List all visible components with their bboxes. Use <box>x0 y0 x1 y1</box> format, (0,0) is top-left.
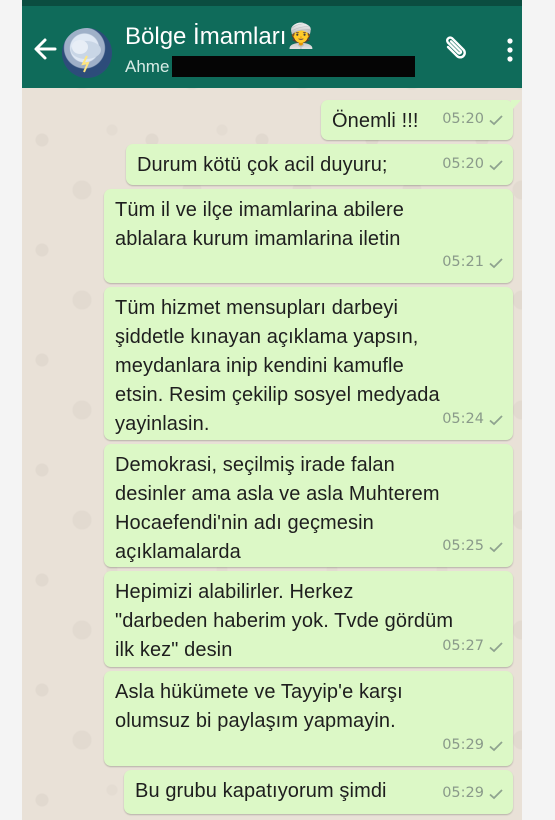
message-bubble[interactable]: Bu grubu kapatıyorum şimdi 05:29 <box>124 770 513 814</box>
paperclip-icon <box>446 36 466 59</box>
more-vert-icon <box>507 38 513 62</box>
bubble-tail <box>511 100 521 111</box>
message-time: 05:21 <box>442 254 484 270</box>
message-time: 05:24 <box>442 411 484 427</box>
message-time: 05:27 <box>442 638 484 654</box>
arrow-left-icon <box>34 38 57 60</box>
chat-title[interactable]: Bölge İmamları👳 <box>125 22 316 51</box>
message-meta: 05:29 <box>442 779 504 808</box>
redaction-bar <box>172 56 415 77</box>
single-check-icon <box>489 414 503 425</box>
chat-subtitle[interactable]: Ahme <box>125 57 169 77</box>
message-bubble[interactable]: Tüm hizmet mensupları darbeyi şiddetle k… <box>104 287 513 440</box>
single-check-icon <box>489 788 503 799</box>
attach-button[interactable] <box>438 32 472 66</box>
back-button[interactable] <box>28 32 62 66</box>
screenshot-border-right <box>522 0 555 820</box>
message-time: 05:25 <box>442 538 484 554</box>
message-time: 05:29 <box>442 785 484 801</box>
message-time: 05:29 <box>442 737 484 753</box>
group-avatar[interactable] <box>62 28 112 78</box>
single-check-icon <box>489 541 503 552</box>
message-meta: 05:29 <box>442 731 504 760</box>
single-check-icon <box>489 159 503 170</box>
screenshot-border-left <box>0 0 22 820</box>
message-bubble[interactable]: Önemli !!! 05:20 <box>321 100 521 140</box>
message-time: 05:20 <box>442 111 484 127</box>
message-bubble[interactable]: Demokrasi, seçilmiş irade falan desinler… <box>104 444 513 567</box>
chat-header: Bölge İmamları👳 Ahme <box>22 6 522 88</box>
message-time: 05:20 <box>442 156 484 172</box>
message-meta: 05:24 <box>442 405 504 434</box>
message-bubble[interactable]: Durum kötü çok acil duyuru; 05:20 <box>126 144 513 185</box>
message-bubble[interactable]: Hepimizi alabilirler. Herkez "darbeden h… <box>104 571 513 667</box>
single-check-icon <box>489 740 503 751</box>
message-meta: 05:25 <box>442 532 504 561</box>
message-meta: 05:21 <box>442 248 504 277</box>
message-bubble[interactable]: Tüm il ve ilçe imamlarina abilere ablala… <box>104 189 513 283</box>
menu-button[interactable] <box>502 36 518 64</box>
storm-cloud-icon <box>71 40 101 73</box>
single-check-icon <box>489 641 503 652</box>
chat-screen: Bölge İmamları👳 Ahme Önemli !!! 05:20 Du… <box>22 0 522 820</box>
message-text: Tüm il ve ilçe imamlarina abilere ablala… <box>115 199 404 250</box>
message-text: Asla hükümete ve Tayyip'e karşı olumsuz … <box>115 681 403 732</box>
message-meta: 05:27 <box>442 632 504 661</box>
message-meta: 05:20 <box>442 150 504 179</box>
single-check-icon <box>489 114 503 125</box>
single-check-icon <box>489 257 503 268</box>
message-meta: 05:20 <box>442 105 504 134</box>
message-bubble[interactable]: Asla hükümete ve Tayyip'e karşı olumsuz … <box>104 671 513 766</box>
